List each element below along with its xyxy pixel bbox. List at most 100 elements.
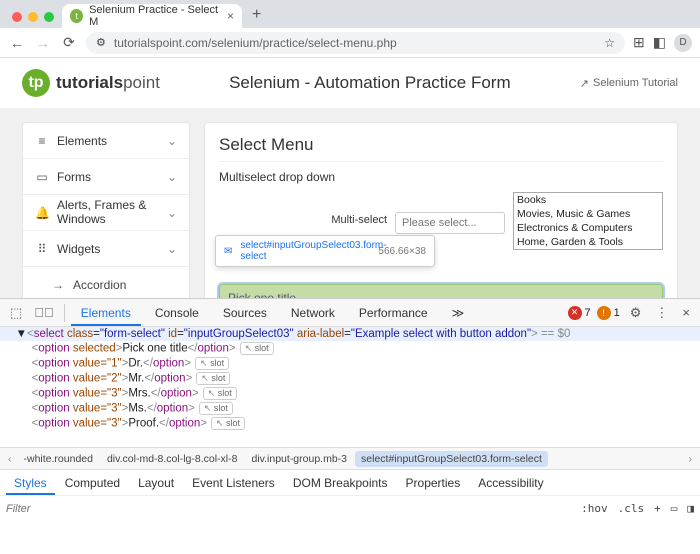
browser-tab[interactable]: t Selenium Practice - Select M × [62,4,242,28]
tab-network[interactable]: Network [281,300,345,326]
chevron-down-icon: ⌄ [167,206,177,220]
brand-mark-icon: tp [22,69,50,97]
tab-performance[interactable]: Performance [349,300,438,326]
error-count[interactable]: ✕7 [568,306,591,320]
select-value: Pick one title [228,291,296,298]
dom-line[interactable]: <option value="3">Proof.</option>slot [0,416,700,431]
tab-computed[interactable]: Computed [57,471,128,495]
reload-button[interactable]: ⟳ [60,34,78,51]
tab-more[interactable]: ≫ [442,300,475,326]
extensions-icon[interactable]: ⊞ [633,34,645,51]
address-bar[interactable]: ⚙ tutorialspoint.com/selenium/practice/s… [86,32,625,54]
maximize-window-icon[interactable] [44,12,54,22]
page-header: tp tutorialspoint Selenium - Automation … [0,58,700,108]
tab-favicon: t [70,9,83,23]
tab-elements[interactable]: Elements [71,300,141,326]
devtools-tabbar: ⬚ �⃞ Elements Console Sources Network Pe… [0,299,700,327]
breadcrumb-item[interactable]: -white.rounded [18,451,99,467]
close-tab-icon[interactable]: × [227,9,234,23]
multiselect-input[interactable] [395,212,505,234]
device-toggle-icon[interactable]: �⃞ [30,305,58,320]
tab-properties[interactable]: Properties [398,471,469,495]
sidepanel-icon[interactable]: ◧ [653,34,666,51]
dom-line[interactable]: <option value="2">Mr.</option>slot [0,371,700,386]
tooltip-dimensions: 566.66×38 [378,246,426,257]
breadcrumb-right-icon[interactable]: › [685,453,697,465]
breadcrumb-item[interactable]: div.input-group.mb-3 [245,451,353,467]
minimize-window-icon[interactable] [28,12,38,22]
tutorial-link[interactable]: ↗ Selenium Tutorial [580,77,678,90]
window-traffic-lights [8,12,62,28]
page-viewport: tp tutorialspoint Selenium - Automation … [0,58,700,298]
breadcrumb-item[interactable]: div.col-md-8.col-lg-8.col-xl-8 [101,451,244,467]
form-icon: ▭ [35,170,49,184]
tab-styles[interactable]: Styles [6,471,55,495]
breadcrumb-item-active[interactable]: select#inputGroupSelect03.form-select [355,451,548,467]
sidebar-subitem-accordion[interactable]: →Accordion [23,267,189,298]
settings-icon[interactable]: ⚙ [626,305,646,321]
list-item[interactable]: Movies, Music & Games [514,207,662,221]
dropdown-label: Multiselect drop down [219,170,663,184]
sidebar-item-alerts[interactable]: 🔔Alerts, Frames & Windows ⌄ [23,195,189,231]
hov-toggle[interactable]: :hov [581,502,608,515]
sidebar-item-forms[interactable]: ▭Forms ⌄ [23,159,189,195]
brand-logo[interactable]: tp tutorialspoint [22,69,160,97]
bookmark-icon[interactable]: ☆ [604,36,615,50]
tooltip-selector: select#inputGroupSelect03.form-select [240,240,370,262]
close-icon[interactable]: × [678,305,694,320]
tab-dom-breakpoints[interactable]: DOM Breakpoints [285,471,396,495]
back-button[interactable]: ← [8,35,26,51]
dom-selected-line[interactable]: ▼<select class="form-select" id="inputGr… [0,327,700,341]
list-item[interactable]: Electronics & Computers [514,221,662,235]
multiselect-label: Multi-select [331,214,387,226]
tab-console[interactable]: Console [145,300,209,326]
new-tab-button[interactable]: + [242,6,271,28]
browser-tabstrip: t Selenium Practice - Select M × + [0,0,700,28]
new-style-button[interactable]: + [654,502,661,515]
list-item[interactable]: Books [514,193,662,207]
bell-icon: 🔔 [35,206,49,220]
dom-breadcrumb[interactable]: ‹ -white.rounded div.col-md-8.col-lg-8.c… [0,447,700,469]
tab-title: Selenium Practice - Select M [89,4,221,28]
tab-layout[interactable]: Layout [130,471,182,495]
content-panel: Select Menu Multiselect drop down Multi-… [204,122,678,298]
filter-input[interactable] [6,503,571,515]
tab-event-listeners[interactable]: Event Listeners [184,471,283,495]
sidebar-item-elements[interactable]: ≡Elements ⌄ [23,123,189,159]
sidebar-item-widgets[interactable]: ⠿Widgets ⌄ [23,231,189,267]
chevron-down-icon: ⌄ [167,242,177,256]
site-info-icon[interactable]: ⚙ [96,36,106,49]
tab-sources[interactable]: Sources [213,300,277,326]
close-window-icon[interactable] [12,12,22,22]
browser-toolbar: ← → ⟳ ⚙ tutorialspoint.com/selenium/prac… [0,28,700,58]
dom-line[interactable]: <option value="3">Mrs.</option>slot [0,386,700,401]
computed-toggle-icon[interactable]: ▭ [671,502,678,515]
page-title: Selenium - Automation Practice Form [180,73,560,93]
chevron-down-icon: ⌄ [644,291,654,298]
dom-line[interactable]: <option value="3">Ms.</option>slot [0,401,700,416]
cls-toggle[interactable]: .cls [618,502,645,515]
multiselect-listbox[interactable]: Books Movies, Music & Games Electronics … [513,192,663,250]
forward-button[interactable]: → [34,35,52,51]
content-heading: Select Menu [219,135,663,162]
dock-icon[interactable]: ◨ [687,502,694,515]
tab-accessibility[interactable]: Accessibility [470,471,551,495]
profile-avatar[interactable]: D [674,34,692,52]
inspect-icon[interactable]: ⬚ [6,305,26,321]
kebab-menu-icon[interactable]: ⋮ [651,305,672,321]
mail-icon: ✉ [224,246,232,257]
breadcrumb-left-icon[interactable]: ‹ [4,453,16,465]
dom-line[interactable]: <option selected>Pick one title</option>… [0,341,700,356]
title-select[interactable]: Pick one title ⌄ [219,284,663,298]
widgets-icon: ⠿ [35,242,49,256]
list-item[interactable]: Home, Garden & Tools [514,235,662,249]
dom-tree[interactable]: ▼<select class="form-select" id="inputGr… [0,327,700,447]
dom-line[interactable]: <option value="1">Dr.</option>slot [0,356,700,371]
chevron-down-icon: ⌄ [167,170,177,184]
inspector-tooltip: ✉ select#inputGroupSelect03.form-select … [215,235,435,267]
arrow-right-icon: → [51,278,65,292]
styles-filter-row: :hov .cls + ▭ ◨ [0,495,700,521]
warning-count[interactable]: !1 [597,306,620,320]
menu-icon: ≡ [35,134,49,148]
sidebar-menu: ≡Elements ⌄ ▭Forms ⌄ 🔔Alerts, Frames & W… [22,122,190,298]
